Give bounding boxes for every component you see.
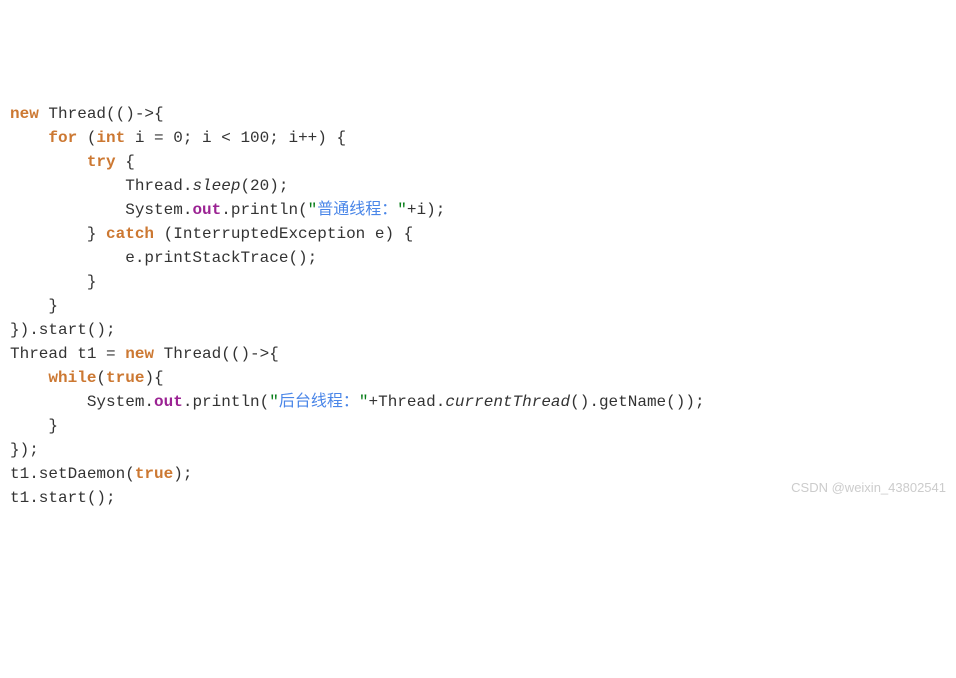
code-line-3: try { [10,150,946,174]
code-line-1: new Thread(()->{ [10,102,946,126]
code-line-9: } [10,294,946,318]
code-line-10: }).start(); [10,318,946,342]
keyword-true: true [135,465,173,483]
code-block: new Thread(()->{ for (int i = 0; i < 100… [10,102,946,510]
code-line-5: System.out.println("普通线程："+i); [10,198,946,222]
keyword-try: try [87,153,116,171]
code-line-12: Thread t1 = new Thread(()->{ [10,342,946,366]
keyword-int: int [96,129,125,147]
code-line-16: }); [10,438,946,462]
watermark-text: CSDN @weixin_43802541 [791,478,946,498]
code-line-2: for (int i = 0; i < 100; i++) { [10,126,946,150]
keyword-catch: catch [106,225,154,243]
code-line-7: e.printStackTrace(); [10,246,946,270]
code-line-6: } catch (InterruptedException e) { [10,222,946,246]
keyword-while: while [48,369,96,387]
code-line-13: while(true){ [10,366,946,390]
field-out: out [154,393,183,411]
field-out: out [192,201,221,219]
string-literal: 普通线程： [317,201,397,219]
code-line-14: System.out.println("后台线程："+Thread.curren… [10,390,946,414]
string-literal: 后台线程： [279,393,359,411]
keyword-true: true [106,369,144,387]
keyword-new: new [10,105,39,123]
keyword-new: new [125,345,154,363]
method-sleep: sleep [192,177,240,195]
code-line-4: Thread.sleep(20); [10,174,946,198]
code-line-8: } [10,270,946,294]
keyword-for: for [48,129,77,147]
code-line-15: } [10,414,946,438]
method-currentThread: currentThread [445,393,570,411]
